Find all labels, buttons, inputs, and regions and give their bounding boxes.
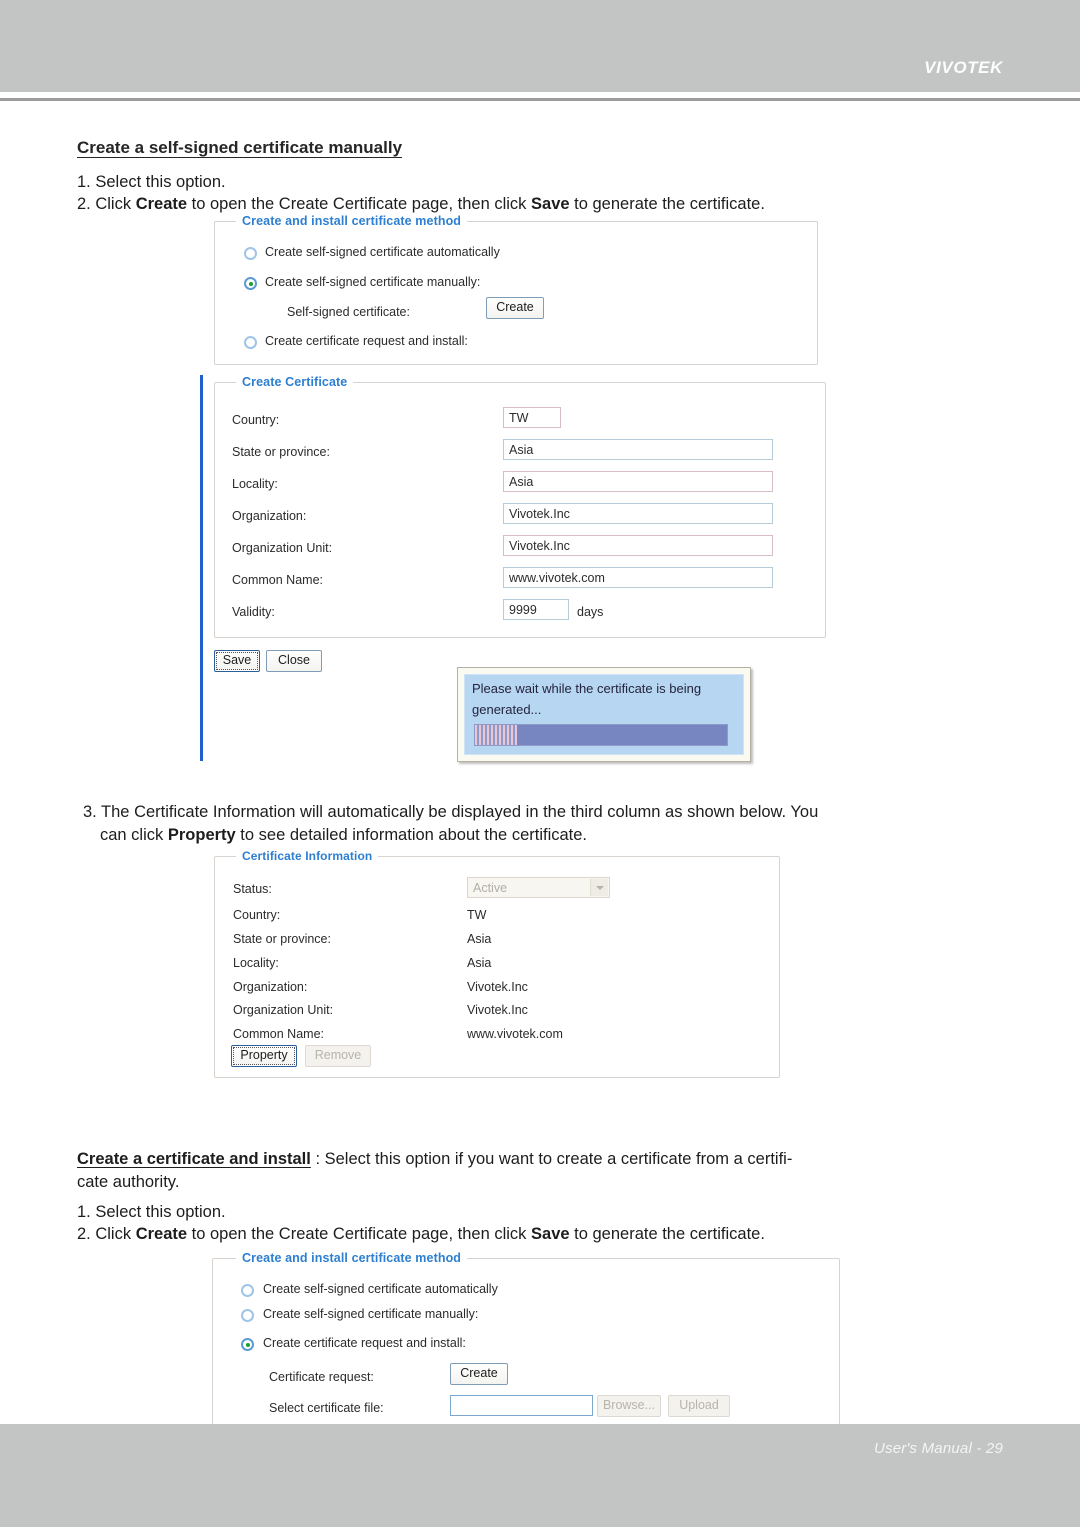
- radio-create-certificate-request-1[interactable]: [244, 336, 257, 349]
- property-button-label: Property: [233, 1047, 295, 1065]
- close-button[interactable]: Close: [266, 650, 322, 672]
- screenshot-create-install-method-1: Create and install certificate method Cr…: [214, 214, 818, 365]
- value-info-country: TW: [467, 908, 487, 922]
- section2-description-line-1: Create a certificate and install : Selec…: [77, 1147, 1027, 1172]
- section2-desc-tail: : Select this option if you want to crea…: [310, 1150, 793, 1168]
- screenshot-certificate-information: Certificate Information Status: Active C…: [214, 849, 780, 1078]
- s2-step2-save: Save: [531, 1225, 570, 1243]
- legend-certificate-information: Certificate Information: [236, 849, 379, 863]
- dialog-progress-bar: [474, 724, 728, 746]
- chevron-down-icon[interactable]: [590, 879, 608, 896]
- value-info-locality: Asia: [467, 956, 492, 970]
- value-info-organization: Vivotek.Inc: [467, 980, 528, 994]
- s2-step2-create: Create: [135, 1225, 188, 1243]
- create-self-signed-certificate-button-1[interactable]: Create: [486, 297, 544, 319]
- dialog-message: Please wait while the certificate is bei…: [472, 681, 702, 717]
- section3-line-1: 3. The Certificate Information will auto…: [83, 803, 819, 821]
- certificate-file-input[interactable]: [450, 1395, 593, 1416]
- label-info-state: State or province:: [233, 932, 331, 946]
- screenshot-create-install-method-2: Create and install certificate method Cr…: [212, 1252, 840, 1424]
- radio-create-self-signed-manually-2[interactable]: [241, 1309, 254, 1322]
- common-name-input[interactable]: www.vivotek.com: [503, 567, 773, 588]
- s3-line2-property: Property: [167, 826, 236, 844]
- capture-left-blue-rule: [200, 375, 203, 761]
- section2-description-line-2: cate authority.: [77, 1173, 180, 1191]
- label-info-country: Country:: [233, 908, 281, 922]
- label-create-certificate-request-1[interactable]: Create certificate request and install:: [265, 334, 468, 348]
- certificate-generating-dialog: Please wait while the certificate is bei…: [457, 667, 751, 762]
- label-validity-unit: days: [577, 605, 604, 619]
- label-info-organization-unit: Organization Unit:: [233, 1003, 334, 1017]
- save-button-label: Save: [216, 652, 258, 670]
- radio-create-self-signed-automatically-1[interactable]: [244, 247, 257, 260]
- upload-button: Upload: [668, 1395, 730, 1417]
- label-organization-unit: Organization Unit:: [232, 541, 333, 555]
- label-create-self-signed-manually-2[interactable]: Create self-signed certificate manually:: [263, 1307, 478, 1321]
- label-validity: Validity:: [232, 605, 275, 619]
- label-info-common-name: Common Name:: [233, 1027, 324, 1041]
- s1-step2-post: to generate the certificate.: [569, 195, 765, 213]
- property-button[interactable]: Property: [231, 1045, 297, 1067]
- locality-input[interactable]: Asia: [503, 471, 773, 492]
- screenshot-create-certificate: Create Certificate Country: TW State or …: [200, 372, 830, 762]
- section1-step-2: 2. Click Create to open the Create Certi…: [77, 192, 1017, 217]
- status-select[interactable]: Active: [467, 877, 610, 898]
- s1-step2-pre: 2. Click: [77, 195, 136, 213]
- create-certificate-request-button[interactable]: Create: [450, 1363, 508, 1385]
- label-country: Country:: [232, 413, 280, 427]
- value-info-common-name: www.vivotek.com: [467, 1027, 563, 1041]
- value-info-organization-unit: Vivotek.Inc: [467, 1003, 528, 1017]
- browse-button: Browse...: [597, 1395, 661, 1417]
- s2-step2-pre: 2. Click: [77, 1225, 136, 1243]
- radio-create-certificate-request-2[interactable]: [241, 1338, 254, 1351]
- state-or-province-input[interactable]: Asia: [503, 439, 773, 460]
- label-info-locality: Locality:: [233, 956, 279, 970]
- value-info-state: Asia: [467, 932, 492, 946]
- s1-step2-mid: to open the Create Certificate page, the…: [187, 195, 532, 213]
- s3-line2-pre: can click: [100, 826, 168, 844]
- section2-step-2: 2. Click Create to open the Create Certi…: [77, 1222, 1017, 1247]
- label-select-certificate-file: Select certificate file:: [269, 1401, 384, 1415]
- country-input[interactable]: TW: [503, 407, 561, 428]
- save-button[interactable]: Save: [214, 650, 260, 672]
- remove-button: Remove: [305, 1045, 371, 1067]
- organization-input[interactable]: Vivotek.Inc: [503, 503, 773, 524]
- label-state-or-province: State or province:: [232, 445, 330, 459]
- section3-line-2: can click Property to see detailed infor…: [100, 823, 1020, 848]
- label-create-self-signed-manually-1[interactable]: Create self-signed certificate manually:: [265, 275, 480, 289]
- legend-create-install-method-2: Create and install certificate method: [236, 1252, 468, 1265]
- legend-create-install-method-1: Create and install certificate method: [236, 214, 468, 228]
- label-status: Status:: [233, 882, 272, 896]
- s1-step2-save: Save: [531, 195, 570, 213]
- radio-create-self-signed-manually-1[interactable]: [244, 277, 257, 290]
- label-locality: Locality:: [232, 477, 278, 491]
- header-divider-rule: [0, 98, 1080, 101]
- status-select-value: Active: [473, 881, 508, 895]
- label-create-certificate-request-2[interactable]: Create certificate request and install:: [263, 1336, 466, 1350]
- label-self-signed-certificate-1: Self-signed certificate:: [287, 305, 410, 319]
- s2-step2-mid: to open the Create Certificate page, the…: [187, 1225, 532, 1243]
- section-heading-create-and-install: Create a certificate and install: [77, 1150, 311, 1168]
- footer-page-label: User's Manual - 29: [873, 1440, 1003, 1457]
- validity-input[interactable]: 9999: [503, 599, 569, 620]
- legend-create-certificate: Create Certificate: [236, 375, 354, 389]
- s1-step2-create: Create: [135, 195, 188, 213]
- vivotek-logo: VIVOTEK: [924, 58, 1003, 77]
- label-create-self-signed-automatically-2[interactable]: Create self-signed certificate automatic…: [263, 1282, 498, 1296]
- radio-create-self-signed-automatically-2[interactable]: [241, 1284, 254, 1297]
- organization-unit-input[interactable]: Vivotek.Inc: [503, 535, 773, 556]
- page-header-bar: [0, 0, 1080, 92]
- label-certificate-request: Certificate request:: [269, 1370, 374, 1384]
- s3-line2-post: to see detailed information about the ce…: [235, 826, 588, 844]
- section-heading-self-signed-manually: Create a self-signed certificate manuall…: [77, 138, 403, 157]
- label-organization: Organization:: [232, 509, 307, 523]
- dialog-progress-fill: [475, 725, 517, 745]
- s2-step2-post: to generate the certificate.: [569, 1225, 765, 1243]
- label-info-organization: Organization:: [233, 980, 308, 994]
- label-create-self-signed-automatically-1[interactable]: Create self-signed certificate automatic…: [265, 245, 500, 259]
- label-common-name: Common Name:: [232, 573, 323, 587]
